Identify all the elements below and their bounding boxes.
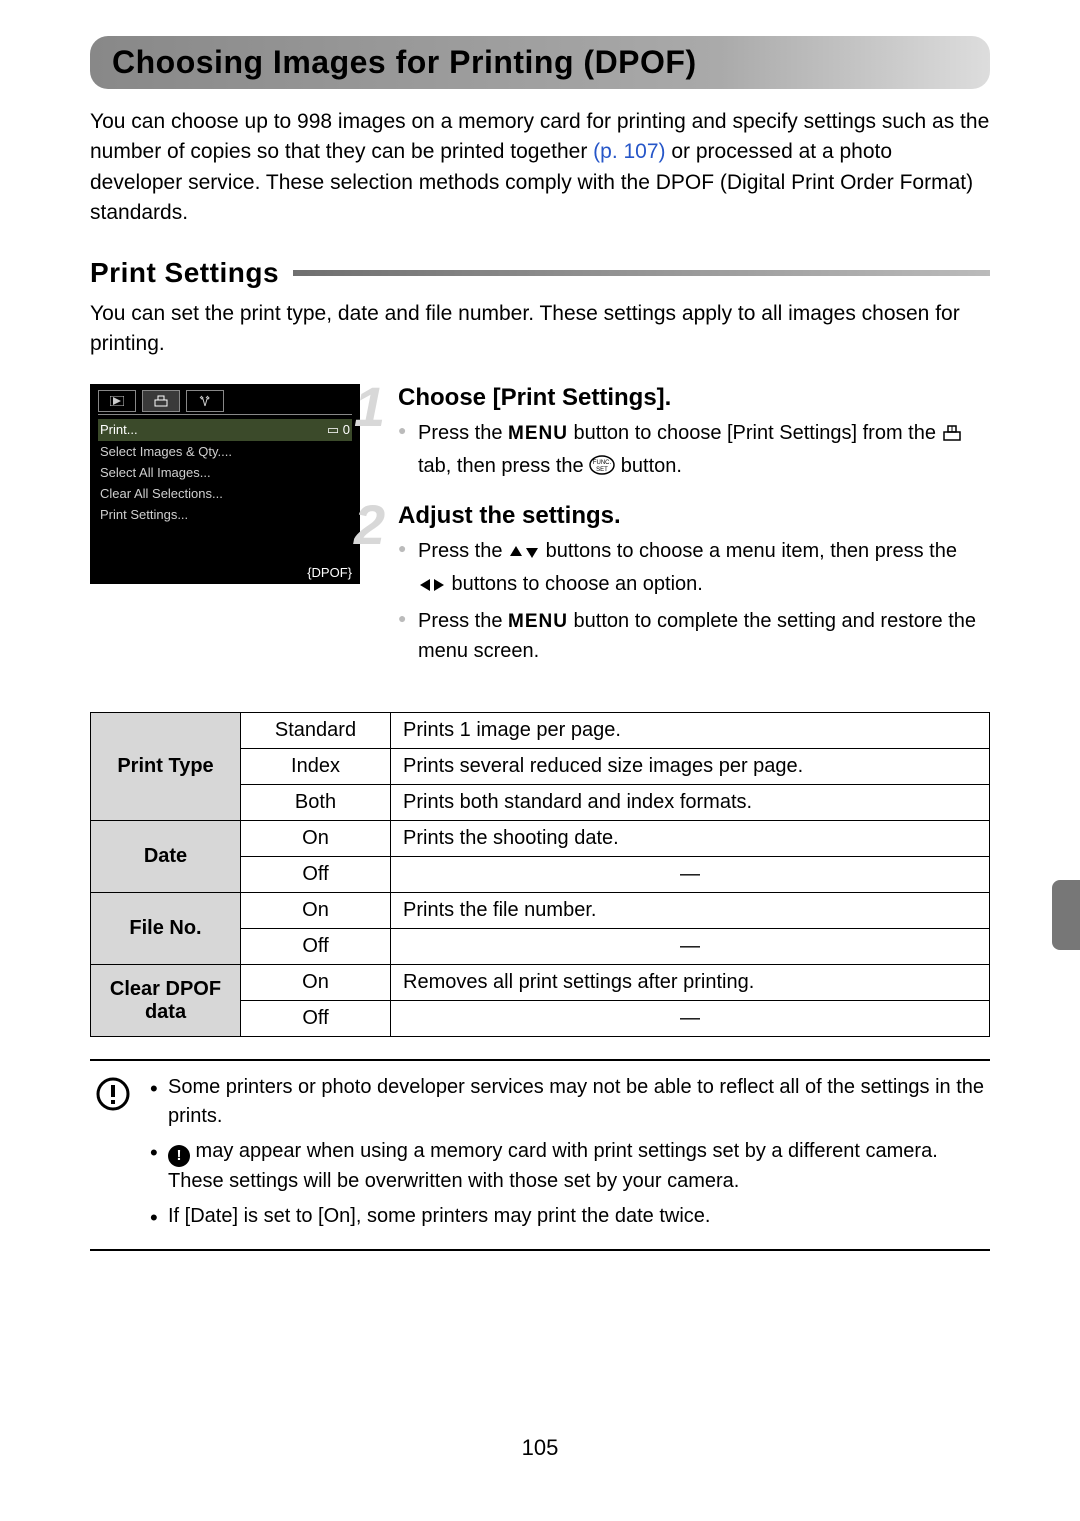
step-bullet: Press the buttons to choose a menu item,… bbox=[418, 536, 990, 602]
table-option: Index bbox=[241, 749, 391, 785]
menu-button-label: MENU bbox=[508, 423, 568, 444]
info-warning-icon: ! bbox=[168, 1145, 190, 1167]
lcd-dpof-label: {DPOF} bbox=[307, 565, 352, 580]
play-icon bbox=[110, 396, 124, 406]
intro-paragraph: You can choose up to 998 images on a mem… bbox=[90, 107, 990, 229]
table-row-header: Date bbox=[91, 821, 241, 893]
step-number: 1 bbox=[354, 374, 385, 439]
lcd-tab-play bbox=[98, 390, 136, 412]
steps-column: 1Choose [Print Settings].Press the MENU … bbox=[390, 384, 990, 685]
thumb-tab bbox=[1052, 880, 1080, 950]
step-number: 2 bbox=[354, 492, 385, 557]
section-heading-row: Print Settings bbox=[90, 257, 990, 289]
step-heading: Adjust the settings. bbox=[398, 502, 990, 530]
lcd-menu-row: Select Images & Qty.... bbox=[98, 441, 352, 462]
print-tab-icon bbox=[153, 394, 169, 408]
table-option: Off bbox=[241, 857, 391, 893]
caution-list: Some printers or photo developer service… bbox=[150, 1073, 984, 1237]
table-option: Off bbox=[241, 1001, 391, 1037]
table-description: Prints the shooting date. bbox=[391, 821, 990, 857]
section-title: Print Settings bbox=[90, 257, 279, 289]
settings-table: Print TypeStandardPrints 1 image per pag… bbox=[90, 712, 990, 1037]
svg-text:SET: SET bbox=[596, 467, 608, 473]
table-row: File No.OnPrints the file number. bbox=[91, 893, 990, 929]
wrench-icon bbox=[198, 394, 212, 408]
step-bullet: Press the MENU button to choose [Print S… bbox=[418, 418, 990, 484]
table-option: Standard bbox=[241, 713, 391, 749]
table-description: — bbox=[391, 857, 990, 893]
caution-icon bbox=[96, 1073, 132, 1237]
caution-box: Some printers or photo developer service… bbox=[90, 1059, 990, 1251]
page-number: 105 bbox=[90, 1435, 990, 1461]
lcd-tabs bbox=[98, 390, 352, 415]
table-description: Prints both standard and index formats. bbox=[391, 785, 990, 821]
step-bullet: Press the MENU button to complete the se… bbox=[418, 606, 990, 667]
lcd-rows: Print...▭ 0Select Images & Qty....Select… bbox=[98, 419, 352, 525]
table-row: Print TypeStandardPrints 1 image per pag… bbox=[91, 713, 990, 749]
table-option: Off bbox=[241, 929, 391, 965]
table-option: On bbox=[241, 965, 391, 1001]
step: 1Choose [Print Settings].Press the MENU … bbox=[390, 384, 990, 484]
lcd-menu-row: Clear All Selections... bbox=[98, 483, 352, 504]
svg-text:FUNC.: FUNC. bbox=[593, 460, 612, 466]
page-reference-link[interactable]: (p. 107) bbox=[593, 140, 665, 163]
page-title-bar: Choosing Images for Printing (DPOF) bbox=[90, 36, 990, 89]
caution-item: If [Date] is set to [On], some printers … bbox=[150, 1202, 984, 1231]
lcd-tab-setup bbox=[186, 390, 224, 412]
section-rule bbox=[293, 270, 990, 276]
table-row: DateOnPrints the shooting date. bbox=[91, 821, 990, 857]
caution-item: ! may appear when using a memory card wi… bbox=[150, 1137, 984, 1196]
print-tab-icon bbox=[942, 421, 962, 451]
table-description: Removes all print settings after printin… bbox=[391, 965, 990, 1001]
step: 2Adjust the settings.Press the buttons t… bbox=[390, 502, 990, 667]
lcd-tab-print bbox=[142, 390, 180, 412]
camera-lcd-screenshot: Print...▭ 0Select Images & Qty....Select… bbox=[90, 384, 360, 584]
table-row: Clear DPOF dataOnRemoves all print setti… bbox=[91, 965, 990, 1001]
table-option: On bbox=[241, 821, 391, 857]
lcd-menu-row: Select All Images... bbox=[98, 462, 352, 483]
left-right-arrows-icon bbox=[418, 572, 446, 602]
page-title: Choosing Images for Printing (DPOF) bbox=[112, 44, 968, 81]
table-row-header: File No. bbox=[91, 893, 241, 965]
table-description: Prints several reduced size images per p… bbox=[391, 749, 990, 785]
up-down-arrows-icon bbox=[508, 539, 540, 569]
table-option: On bbox=[241, 893, 391, 929]
table-description: — bbox=[391, 1001, 990, 1037]
table-description: Prints 1 image per page. bbox=[391, 713, 990, 749]
table-option: Both bbox=[241, 785, 391, 821]
table-row-header: Print Type bbox=[91, 713, 241, 821]
section-intro: You can set the print type, date and fil… bbox=[90, 299, 990, 360]
table-row-header: Clear DPOF data bbox=[91, 965, 241, 1037]
step-heading: Choose [Print Settings]. bbox=[398, 384, 990, 412]
table-description: — bbox=[391, 929, 990, 965]
step-area: Print...▭ 0Select Images & Qty....Select… bbox=[90, 384, 990, 685]
lcd-menu-row: Print Settings... bbox=[98, 504, 352, 525]
caution-item: Some printers or photo developer service… bbox=[150, 1073, 984, 1131]
func-set-button-icon: FUNC.SET bbox=[589, 454, 615, 484]
table-description: Prints the file number. bbox=[391, 893, 990, 929]
lcd-menu-row: Print...▭ 0 bbox=[98, 419, 352, 441]
menu-button-label: MENU bbox=[508, 611, 568, 632]
